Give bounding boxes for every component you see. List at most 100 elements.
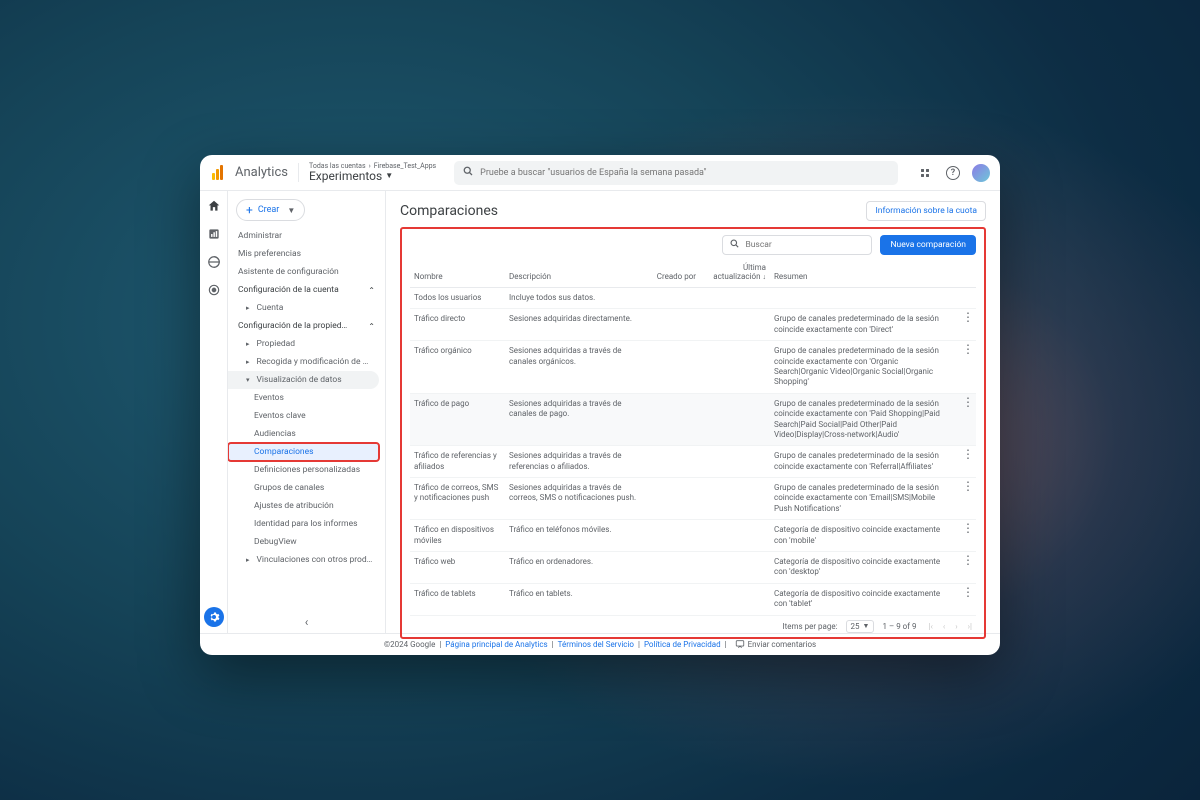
nav-debugview[interactable]: DebugView <box>228 533 385 551</box>
cell-creator <box>650 583 700 615</box>
table-row[interactable]: Tráfico de correos, SMS y notificaciones… <box>410 478 976 520</box>
search-icon <box>462 165 474 180</box>
table-row[interactable]: Tráfico de tabletsTráfico en tablets.Cat… <box>410 583 976 615</box>
quota-info-link[interactable]: Información sobre la cuota <box>866 201 986 221</box>
rail-admin-icon[interactable] <box>204 607 224 627</box>
pager-next-icon[interactable]: › <box>955 622 957 631</box>
nav-eventos[interactable]: Eventos <box>228 389 385 407</box>
row-actions[interactable]: ⋮ <box>958 552 976 584</box>
cell-name: Tráfico en dispositivos móviles <box>410 520 505 552</box>
more-vert-icon[interactable]: ⋮ <box>962 395 974 409</box>
nav-recogida[interactable]: Recogida y modificación de … <box>228 353 385 371</box>
table-row[interactable]: Tráfico webTráfico en ordenadores.Catego… <box>410 552 976 584</box>
cell-summary: Categoría de dispositivo coincide exacta… <box>770 583 958 615</box>
new-comparison-button[interactable]: Nueva comparación <box>880 235 976 255</box>
nav-mis-preferencias[interactable]: Mis preferencias <box>228 245 385 263</box>
cell-desc: Sesiones adquiridas a través de correos,… <box>505 478 650 520</box>
sidebar-nav: Administrar Mis preferencias Asistente d… <box>228 227 385 569</box>
pager-page-size[interactable]: 25 ▼ <box>846 620 875 633</box>
main-content: Comparaciones Información sobre la cuota… <box>386 191 1000 633</box>
pager-first-icon[interactable]: |‹ <box>929 622 933 631</box>
cell-name: Tráfico de tablets <box>410 583 505 615</box>
rail-reports-icon[interactable] <box>205 225 223 243</box>
row-actions[interactable]: ⋮ <box>958 393 976 446</box>
pager-last-icon[interactable]: ›| <box>968 622 972 631</box>
table-row[interactable]: Tráfico en dispositivos móvilesTráfico e… <box>410 520 976 552</box>
col-header-updated[interactable]: Última actualización↓ <box>700 259 770 288</box>
page-header: Comparaciones Información sobre la cuota <box>400 201 986 221</box>
table-row[interactable]: Todos los usuariosIncluye todos sus dato… <box>410 288 976 309</box>
table-search-input[interactable] <box>745 240 865 250</box>
row-actions[interactable]: ⋮ <box>958 583 976 615</box>
footer-feedback[interactable]: Enviar comentarios <box>735 639 817 651</box>
sidebar-collapse-button[interactable]: ‹ <box>228 615 385 629</box>
table-row[interactable]: Tráfico de referencias y afiliadosSesion… <box>410 446 976 478</box>
table-pager: Items per page: 25 ▼ 1 – 9 of 9 |‹ ‹ › ›… <box>410 620 976 633</box>
row-actions[interactable]: ⋮ <box>958 341 976 394</box>
nav-section-propiedad[interactable]: Configuración de la propied…⌃ <box>228 317 385 335</box>
nav-comparaciones[interactable]: Comparaciones <box>228 443 379 461</box>
table-search[interactable] <box>722 235 872 255</box>
col-header-summary[interactable]: Resumen <box>770 259 958 288</box>
table-row[interactable]: Tráfico orgánicoSesiones adquiridas a tr… <box>410 341 976 394</box>
global-search-input[interactable] <box>480 168 890 178</box>
cell-creator <box>650 341 700 394</box>
cell-summary: Grupo de canales predeterminado de la se… <box>770 478 958 520</box>
page-title: Comparaciones <box>400 203 498 219</box>
row-actions[interactable]: ⋮ <box>958 446 976 478</box>
table-row[interactable]: Tráfico de pagoSesiones adquiridas a tra… <box>410 393 976 446</box>
col-header-desc[interactable]: Descripción <box>505 259 650 288</box>
col-header-name[interactable]: Nombre <box>410 259 505 288</box>
nav-eventos-clave[interactable]: Eventos clave <box>228 407 385 425</box>
more-vert-icon[interactable]: ⋮ <box>962 310 974 324</box>
nav-grupos-canales[interactable]: Grupos de canales <box>228 479 385 497</box>
nav-definiciones-personalizadas[interactable]: Definiciones personalizadas <box>228 461 385 479</box>
header-actions: ? <box>916 164 990 182</box>
nav-ajustes-atribucion[interactable]: Ajustes de atribución <box>228 497 385 515</box>
footer-link-terms[interactable]: Términos del Servicio <box>558 640 634 649</box>
more-vert-icon[interactable]: ⋮ <box>962 553 974 567</box>
nav-asistente-config[interactable]: Asistente de configuración <box>228 263 385 281</box>
nav-visualizacion-datos[interactable]: Visualización de datos <box>228 371 379 389</box>
col-header-creator[interactable]: Creado por <box>650 259 700 288</box>
more-vert-icon[interactable]: ⋮ <box>962 585 974 599</box>
apps-icon[interactable] <box>916 164 934 182</box>
row-actions[interactable] <box>958 288 976 309</box>
more-vert-icon[interactable]: ⋮ <box>962 447 974 461</box>
nav-identidad-informes[interactable]: Identidad para los informes <box>228 515 385 533</box>
breadcrumb[interactable]: Todas las cuentas › Firebase_Test_Apps E… <box>298 163 436 183</box>
nav-rail <box>200 191 228 633</box>
pager-range: 1 – 9 of 9 <box>882 622 916 631</box>
more-vert-icon[interactable]: ⋮ <box>962 342 974 356</box>
avatar[interactable] <box>972 164 990 182</box>
help-icon[interactable]: ? <box>944 164 962 182</box>
nav-cuenta[interactable]: Cuenta <box>228 299 385 317</box>
footer-link-privacy[interactable]: Política de Privacidad <box>644 640 721 649</box>
nav-administrar[interactable]: Administrar <box>228 227 385 245</box>
row-actions[interactable]: ⋮ <box>958 478 976 520</box>
rail-explore-icon[interactable] <box>205 253 223 271</box>
caret-down-icon: ▼ <box>287 206 295 215</box>
pager-nav: |‹ ‹ › ›| <box>925 622 976 631</box>
col-header-actions <box>958 259 976 288</box>
sidebar: + Crear ▼ Administrar Mis preferencias A… <box>228 191 386 633</box>
pager-items-label: Items per page: <box>782 622 837 631</box>
cell-updated <box>700 309 770 341</box>
more-vert-icon[interactable]: ⋮ <box>962 479 974 493</box>
row-actions[interactable]: ⋮ <box>958 309 976 341</box>
more-vert-icon[interactable]: ⋮ <box>962 521 974 535</box>
nav-section-cuenta[interactable]: Configuración de la cuenta⌃ <box>228 281 385 299</box>
nav-propiedad[interactable]: Propiedad <box>228 335 385 353</box>
row-actions[interactable]: ⋮ <box>958 520 976 552</box>
analytics-logo-icon <box>210 165 225 180</box>
pager-prev-icon[interactable]: ‹ <box>943 622 945 631</box>
rail-advertising-icon[interactable] <box>205 281 223 299</box>
create-button[interactable]: + Crear ▼ <box>236 199 305 221</box>
nav-audiencias[interactable]: Audiencias <box>228 425 385 443</box>
footer-link-home[interactable]: Página principal de Analytics <box>445 640 547 649</box>
nav-vinculaciones[interactable]: Vinculaciones con otros prod… <box>228 551 385 569</box>
chevron-up-icon: ⌃ <box>368 322 375 331</box>
global-search[interactable] <box>454 161 898 185</box>
rail-home-icon[interactable] <box>205 197 223 215</box>
table-row[interactable]: Tráfico directoSesiones adquiridas direc… <box>410 309 976 341</box>
